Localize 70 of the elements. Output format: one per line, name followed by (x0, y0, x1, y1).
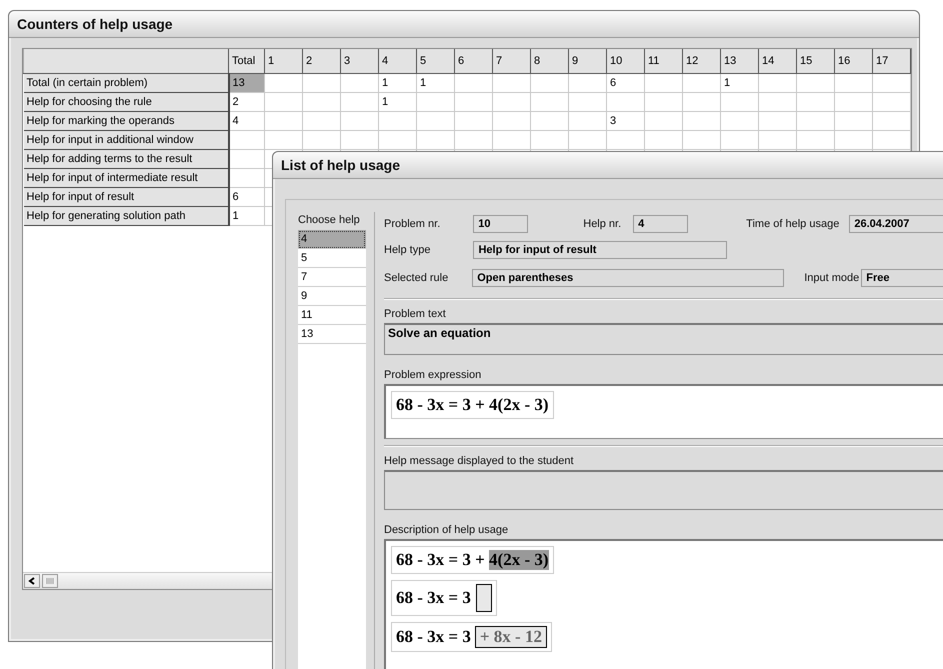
selected-rule-field: Open parentheses (472, 269, 784, 287)
row-header: Help for input in additional window (24, 130, 228, 149)
row-header: Help for input of intermediate result (24, 168, 228, 187)
list-item[interactable]: 7 (298, 268, 366, 287)
column-header: 12 (682, 49, 720, 73)
list-item[interactable]: 4 (298, 230, 366, 249)
column-header: 3 (340, 49, 378, 73)
problem-number-field: 10 (473, 215, 528, 233)
scroll-left-button[interactable] (24, 574, 40, 588)
row-header: Help for marking the operands (24, 111, 228, 130)
grip-icon (46, 578, 54, 584)
table-cell: 1 (378, 73, 416, 92)
time-field: 26.04.2007 (849, 215, 943, 233)
answer-box: + 8x - 12 (474, 626, 547, 648)
field-label: Help message displayed to the student (384, 455, 575, 467)
column-header: 9 (568, 49, 606, 73)
table-cell: 6 (228, 187, 264, 206)
window-title: Counters of help usage (17, 16, 173, 32)
formula-text: 68 - 3x = 3 + (396, 550, 486, 570)
field-label: Problem expression (384, 369, 482, 381)
window-title: List of help usage (281, 157, 400, 173)
table-cell: 4 (228, 111, 264, 130)
table-cell: 1 (228, 206, 264, 225)
formula-text: 68 - 3x = 3 (396, 588, 471, 608)
list-item[interactable]: 11 (298, 306, 366, 325)
row-header: Help for input of result (24, 187, 228, 206)
field-label: Input mode (804, 272, 860, 284)
table-cell: 6 (606, 73, 644, 92)
field-label: Help type (384, 244, 430, 256)
column-header: 2 (302, 49, 340, 73)
column-header: 5 (416, 49, 454, 73)
column-header: 4 (378, 49, 416, 73)
column-header: 6 (454, 49, 492, 73)
column-header: 1 (264, 49, 302, 73)
row-header: Help for choosing the rule (24, 92, 228, 111)
formula-text: 68 - 3x = 3 + 4(2x - 3) (396, 395, 549, 415)
column-header: 15 (796, 49, 834, 73)
field-label: Selected rule (384, 272, 448, 284)
field-label: Problem nr. (384, 218, 440, 230)
help-type-field: Help for input of result (473, 241, 728, 259)
table-cell: 1 (720, 73, 758, 92)
list-item[interactable]: 9 (298, 287, 366, 306)
help-number-field: 4 (633, 215, 688, 233)
input-mode-field: Free (861, 269, 943, 287)
list-item[interactable]: 13 (298, 325, 366, 344)
column-header: 13 (720, 49, 758, 73)
formula-text: 68 - 3x = 3 (396, 627, 471, 647)
list-item[interactable]: 5 (298, 249, 366, 268)
column-header: 10 (606, 49, 644, 73)
row-header: Help for generating solution path (24, 206, 228, 225)
table-cell: 2 (228, 92, 264, 111)
highlighted-term: 4(2x - 3) (489, 550, 549, 570)
scroll-thumb[interactable] (42, 574, 58, 588)
field-label: Description of help usage (384, 524, 510, 536)
column-header: 7 (492, 49, 530, 73)
field-label: Time of help usage (746, 218, 840, 230)
field-label: Problem text (384, 308, 447, 320)
column-header: 14 (758, 49, 796, 73)
column-header: 16 (834, 49, 872, 73)
list-label: Choose help (298, 214, 361, 226)
table-cell: 1 (378, 92, 416, 111)
column-header: 11 (644, 49, 682, 73)
row-header: Help for adding terms to the result (24, 149, 228, 168)
field-label: Help nr. (583, 218, 622, 230)
table-cell: 3 (606, 111, 644, 130)
row-header: Total (in certain problem) (24, 73, 228, 92)
column-header: Total (228, 49, 264, 73)
column-header: 17 (872, 49, 910, 73)
column-header: 8 (530, 49, 568, 73)
table-cell: 1 (416, 73, 454, 92)
